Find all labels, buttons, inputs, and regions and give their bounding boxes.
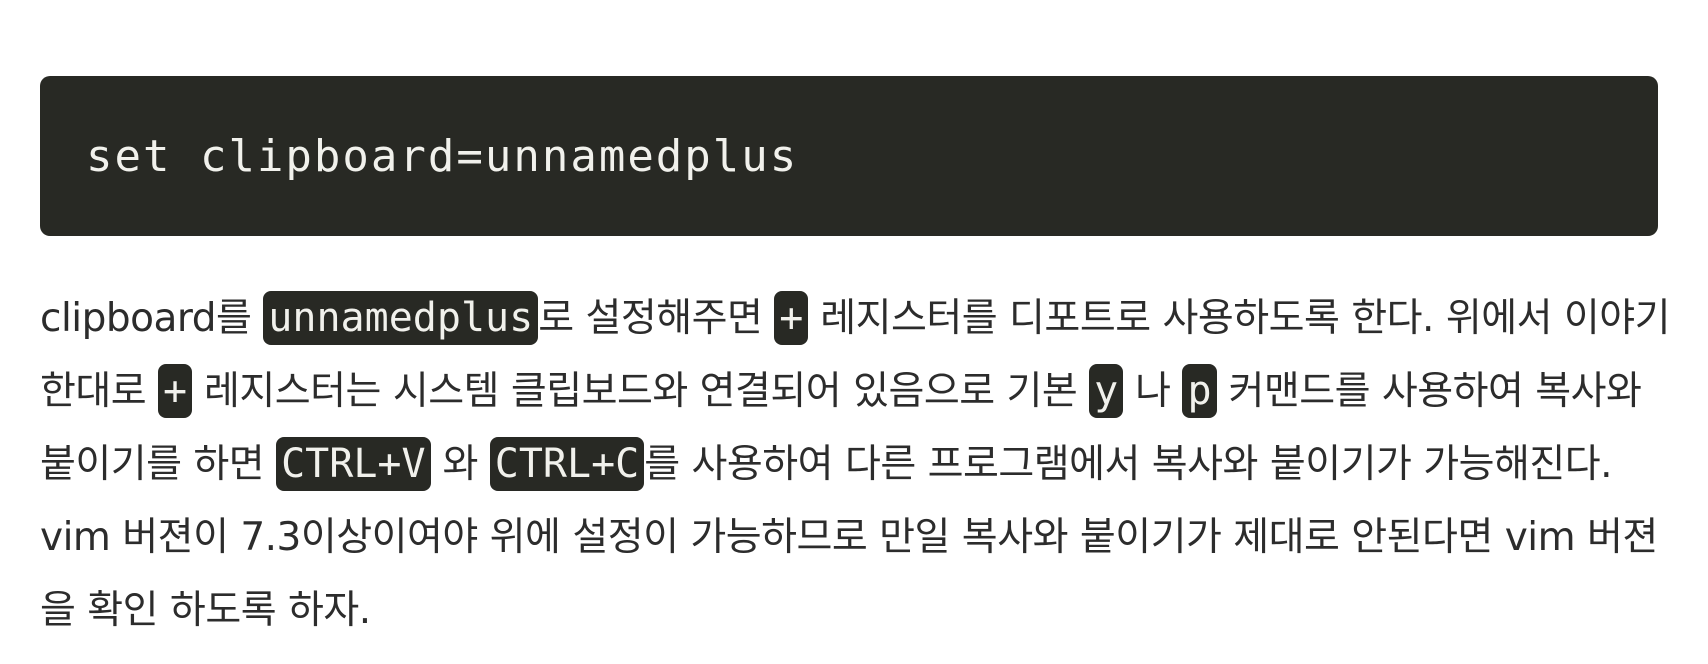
code-line: set clipboard=unnamedplus [86,130,799,182]
inline-code-y-command: y [1089,364,1124,418]
text-segment: 나 [1123,369,1183,414]
inline-code-ctrl-c: CTRL+C [489,437,645,491]
code-block: set clipboard=unnamedplus [40,76,1658,236]
inline-code-plus-register: + [774,291,809,345]
text-segment: 레지스터는 시스템 클립보드와 연결되어 있음으로 기본 [192,369,1090,414]
inline-code-p-command: p [1182,364,1217,418]
text-segment: clipboard를 [40,296,264,341]
description-paragraph: clipboard를 unnamedplus 로 설정해주면 + 레지스터를 디포… [40,282,1671,647]
text-segment: 와 [430,442,490,487]
inline-code-ctrl-v: CTRL+V [276,437,431,491]
inline-code-unnamedplus: unnamedplus [263,291,539,345]
text-segment: 로 설정해주면 [538,296,775,341]
inline-code-plus-register: + [158,364,193,418]
